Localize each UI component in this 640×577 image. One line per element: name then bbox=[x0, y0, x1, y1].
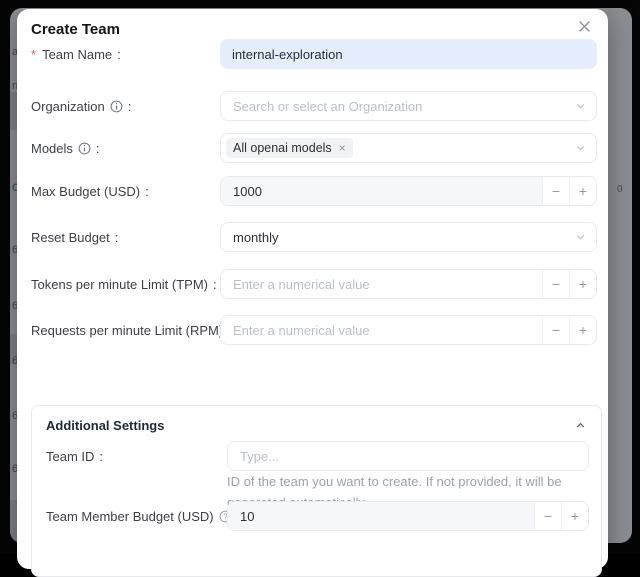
increment-button[interactable]: + bbox=[569, 316, 596, 344]
max-budget-input[interactable] bbox=[221, 177, 542, 205]
rpm-label: Requests per minute Limit (RPM) : bbox=[31, 315, 232, 345]
close-button[interactable] bbox=[573, 18, 595, 40]
reset-budget-label: Reset Budget : bbox=[31, 222, 118, 252]
decrement-button[interactable]: − bbox=[542, 177, 569, 205]
form-row-team-name: * Team Name : bbox=[17, 39, 608, 69]
decrement-button[interactable]: − bbox=[534, 502, 561, 530]
background-text-fragment: 0 bbox=[617, 184, 631, 195]
organization-placeholder: Search or select an Organization bbox=[233, 99, 422, 114]
form-row-rpm: Requests per minute Limit (RPM) : − + bbox=[17, 315, 608, 345]
team-member-budget-label-text: Team Member Budget (USD) bbox=[46, 509, 214, 524]
models-tag: All openai models × bbox=[226, 138, 353, 158]
increment-button[interactable]: + bbox=[569, 270, 596, 298]
info-icon[interactable] bbox=[110, 100, 123, 113]
required-asterisk: * bbox=[31, 47, 36, 62]
team-id-label-text: Team ID bbox=[46, 449, 94, 464]
label-colon: : bbox=[99, 449, 103, 464]
label-colon: : bbox=[117, 47, 121, 62]
rpm-stepper: − + bbox=[220, 315, 597, 345]
rpm-input[interactable] bbox=[221, 316, 542, 344]
models-label-text: Models bbox=[31, 141, 73, 156]
max-budget-stepper: − + bbox=[220, 176, 597, 206]
chevron-down-icon bbox=[575, 232, 586, 243]
form-row-max-budget: Max Budget (USD) : − + bbox=[17, 176, 608, 206]
organization-select[interactable]: Search or select an Organization bbox=[220, 91, 597, 121]
additional-settings-title[interactable]: Additional Settings bbox=[46, 418, 164, 433]
team-member-budget-input[interactable] bbox=[228, 502, 534, 530]
organization-label: Organization : bbox=[31, 91, 131, 121]
team-member-budget-stepper: − + bbox=[227, 501, 589, 531]
team-id-input[interactable] bbox=[227, 441, 589, 471]
tpm-label-text: Tokens per minute Limit (TPM) bbox=[31, 277, 208, 292]
organization-label-text: Organization bbox=[31, 99, 105, 114]
team-id-label: Team ID : bbox=[46, 441, 103, 471]
close-icon bbox=[578, 20, 591, 38]
chevron-down-icon bbox=[575, 143, 586, 154]
max-budget-label: Max Budget (USD) : bbox=[31, 176, 149, 206]
tpm-label: Tokens per minute Limit (TPM) : bbox=[31, 269, 217, 299]
additional-settings-card: Additional Settings Team ID : ID of the … bbox=[31, 405, 602, 577]
tpm-input[interactable] bbox=[221, 270, 542, 298]
reset-budget-value: monthly bbox=[233, 230, 279, 245]
increment-button[interactable]: + bbox=[569, 177, 596, 205]
tag-remove-icon[interactable]: × bbox=[339, 141, 346, 155]
reset-budget-select[interactable]: monthly bbox=[220, 222, 597, 252]
form-row-models: Models : All openai models × bbox=[17, 133, 608, 163]
chevron-up-icon[interactable] bbox=[575, 420, 586, 431]
reset-budget-label-text: Reset Budget bbox=[31, 230, 110, 245]
team-member-budget-label: Team Member Budget (USD) ? : bbox=[46, 501, 240, 531]
models-tag-text: All openai models bbox=[233, 141, 332, 155]
form-row-tpm: Tokens per minute Limit (TPM) : − + bbox=[17, 269, 608, 299]
label-colon: : bbox=[213, 277, 217, 292]
modal-title: Create Team bbox=[31, 21, 120, 38]
tpm-stepper: − + bbox=[220, 269, 597, 299]
increment-button[interactable]: + bbox=[561, 502, 588, 530]
team-name-label: * Team Name : bbox=[31, 39, 121, 69]
team-name-label-text: Team Name bbox=[42, 47, 112, 62]
label-colon: : bbox=[115, 230, 119, 245]
decrement-button[interactable]: − bbox=[542, 316, 569, 344]
screen-background: am nar Cr 6/2 6/2 6/2 6/1 6/1 0 Create T… bbox=[0, 0, 640, 554]
decrement-button[interactable]: − bbox=[542, 270, 569, 298]
label-colon: : bbox=[96, 141, 100, 156]
chevron-down-icon bbox=[575, 101, 586, 112]
rpm-label-text: Requests per minute Limit (RPM) bbox=[31, 323, 223, 338]
form-row-organization: Organization : Search or select an Organ… bbox=[17, 91, 608, 121]
create-team-modal: Create Team * Team Name : Organization bbox=[17, 9, 608, 569]
team-name-input[interactable] bbox=[220, 39, 597, 69]
label-colon: : bbox=[145, 184, 149, 199]
models-label: Models : bbox=[31, 133, 100, 163]
info-icon[interactable] bbox=[78, 142, 91, 155]
form-row-reset-budget: Reset Budget : monthly bbox=[17, 222, 608, 252]
models-select[interactable]: All openai models × bbox=[220, 133, 597, 163]
max-budget-label-text: Max Budget (USD) bbox=[31, 184, 140, 199]
label-colon: : bbox=[128, 99, 132, 114]
